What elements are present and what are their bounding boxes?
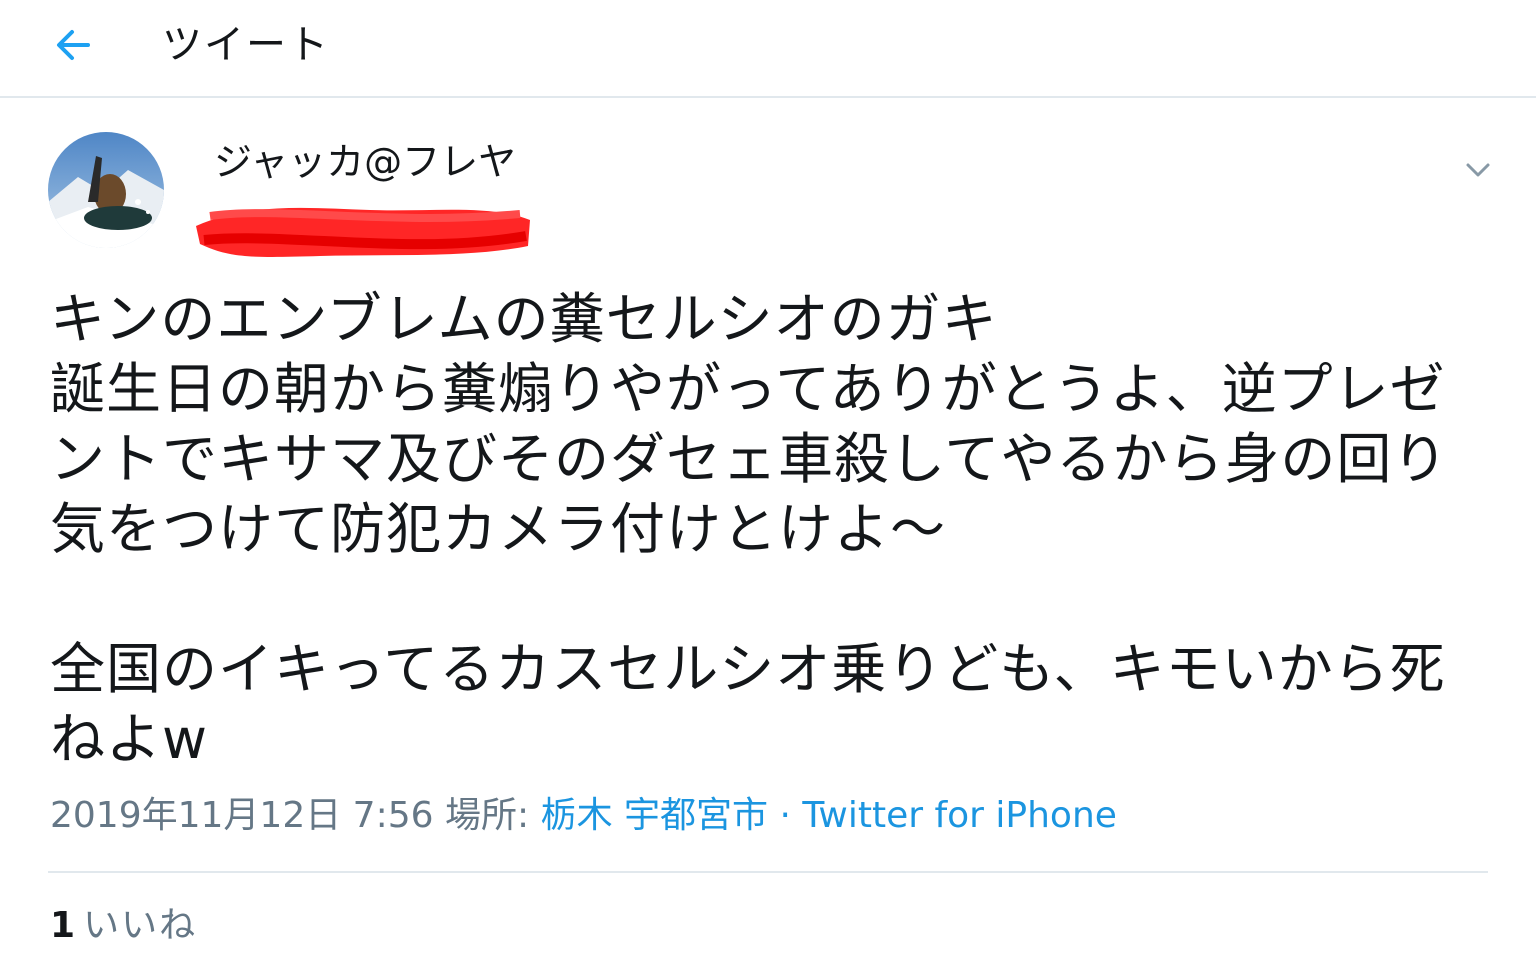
- redacted-handle-scribble: [190, 196, 534, 260]
- profile-photo-icon: [48, 132, 164, 248]
- place-prefix: [434, 795, 445, 836]
- place-link[interactable]: 栃木 宇都宮市: [541, 795, 768, 836]
- likes-stat[interactable]: 1 いいね: [50, 902, 197, 950]
- place-label: 場所:: [444, 795, 541, 836]
- back-button[interactable]: [50, 22, 96, 68]
- tweet-meta: 2019年11月12日 7:56 場所: 栃木 宇都宮市 · Twitter f…: [50, 792, 1117, 840]
- tweet-text: キンのエンブレムの糞セルシオのガキ 誕生日の朝から糞煽りやがってありがとうよ、逆…: [50, 284, 1470, 774]
- tweet-paragraph: 全国のイキってるカスセルシオ乗りども、キモいから死ねよw: [50, 637, 1446, 771]
- tweet-menu-button[interactable]: [1460, 152, 1496, 188]
- tweet-paragraph: キンのエンブレムの糞セルシオのガキ 誕生日の朝から糞煽りやがってありがとうよ、逆…: [50, 287, 1449, 561]
- chevron-down-icon: [1466, 163, 1490, 177]
- top-bar: ツイート: [0, 0, 1536, 98]
- arrow-left-icon: [57, 30, 90, 60]
- tweet-timestamp[interactable]: 2019年11月12日 7:56: [50, 795, 434, 836]
- divider: [48, 871, 1488, 873]
- source-link[interactable]: Twitter for iPhone: [802, 795, 1117, 836]
- likes-count: 1: [50, 905, 76, 946]
- avatar[interactable]: [48, 132, 164, 248]
- likes-label: いいね: [83, 905, 198, 946]
- meta-separator: ·: [768, 795, 803, 836]
- page-title: ツイート: [162, 22, 330, 68]
- author-display-name[interactable]: ジャッカ@フレヤ: [214, 138, 516, 186]
